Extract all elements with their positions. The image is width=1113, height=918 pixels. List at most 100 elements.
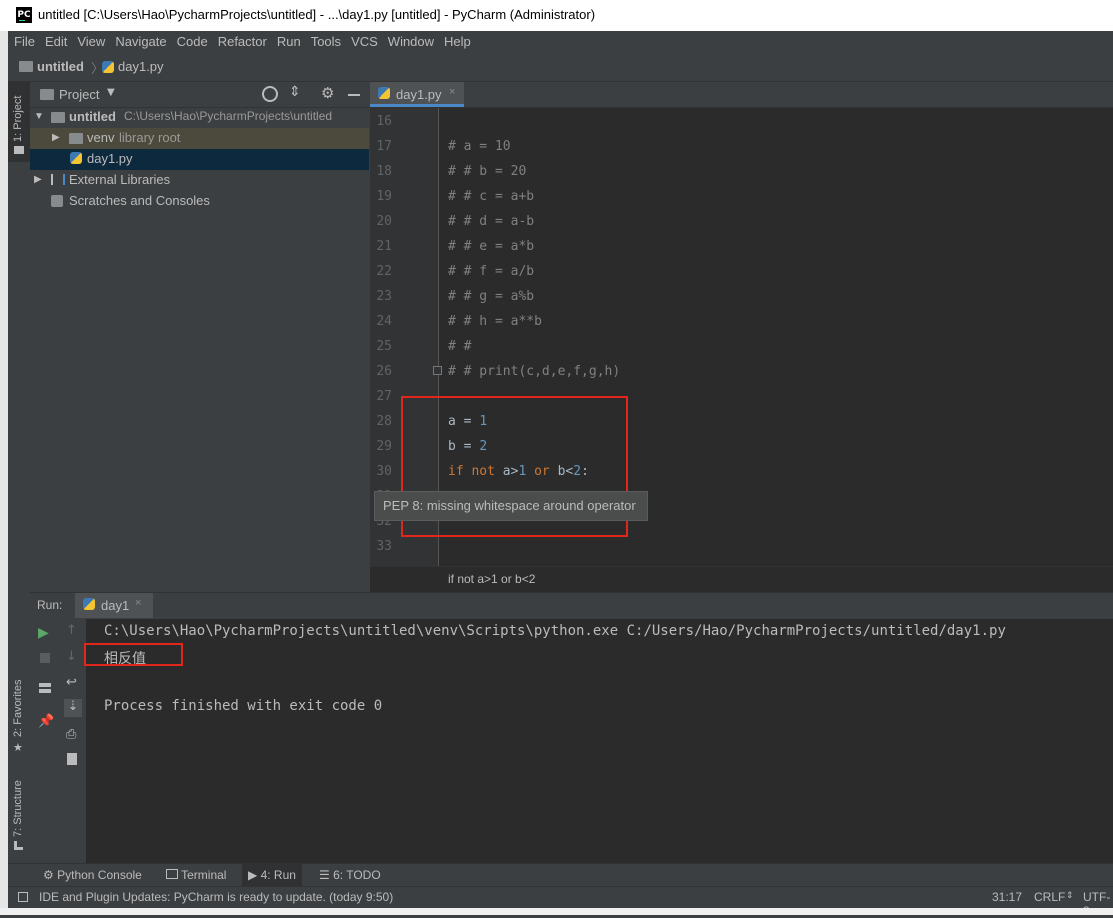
- pycharm-app-icon: PC: [16, 7, 32, 23]
- locate-icon[interactable]: [262, 86, 278, 102]
- line-number: 33: [376, 539, 392, 554]
- line-number: 27: [376, 389, 392, 404]
- library-icon: [51, 174, 65, 185]
- code-line: # # d = a-b: [448, 214, 535, 229]
- tree-item-external-libraries[interactable]: ▶ External Libraries: [30, 170, 369, 191]
- menu-vcs[interactable]: VCS: [351, 34, 378, 49]
- folder-icon: [19, 61, 33, 72]
- run-console[interactable]: C:\Users\Hao\PycharmProjects\untitled\ve…: [86, 619, 1113, 863]
- tree-item-path: C:\Users\Hao\PycharmProjects\untitled: [124, 109, 333, 123]
- line-number: 26: [376, 364, 392, 379]
- code-line: # # f = a/b: [448, 264, 535, 279]
- tab-terminal[interactable]: Terminal: [166, 868, 226, 882]
- code-line: # # h = a**b: [448, 314, 542, 329]
- background-window-strip: [0, 908, 1113, 915]
- fold-marker-icon[interactable]: [433, 366, 442, 375]
- python-file-icon: [378, 87, 390, 99]
- pin-icon[interactable]: 📌: [38, 714, 54, 729]
- tree-item-label: venv: [87, 130, 115, 145]
- left-tool-stripe: 1: Project 2: Favorites ★ 7: Structure: [8, 82, 31, 862]
- run-tab-day1[interactable]: day1 ×: [75, 593, 153, 618]
- rerun-icon[interactable]: ▶: [38, 625, 52, 641]
- tab-favorites[interactable]: 2: Favorites ★: [8, 667, 30, 757]
- window-title: untitled [C:\Users\Hao\PycharmProjects\u…: [38, 7, 596, 22]
- code-line: # # c = a+b: [448, 189, 535, 204]
- project-panel-header: Project ▼ ⇕ ⚙: [30, 82, 369, 108]
- trash-icon[interactable]: [67, 753, 77, 765]
- menu-file[interactable]: File: [14, 34, 35, 49]
- menu-window[interactable]: Window: [388, 34, 434, 49]
- tree-item-untitled[interactable]: ▼ untitled C:\Users\Hao\PycharmProjects\…: [30, 107, 369, 128]
- editor-tab-bar: day1.py ×: [370, 82, 1113, 108]
- code-line: # # g = a%b: [448, 289, 535, 304]
- python-file-icon: [83, 598, 95, 610]
- line-number: 24: [376, 314, 392, 329]
- close-icon[interactable]: ×: [449, 86, 455, 98]
- line-number: 20: [376, 214, 392, 229]
- menu-view[interactable]: View: [77, 34, 105, 49]
- menu-tools[interactable]: Tools: [311, 34, 341, 49]
- tab-structure[interactable]: 7: Structure: [8, 767, 30, 857]
- editor-tab-day1[interactable]: day1.py ×: [370, 82, 464, 107]
- tab-project-label: 1: Project: [12, 95, 24, 142]
- minimize-icon[interactable]: [348, 94, 360, 96]
- tab-python-console[interactable]: ⚙ Python Console: [43, 868, 142, 882]
- line-number: 23: [376, 289, 392, 304]
- tab-project[interactable]: 1: Project: [8, 82, 30, 162]
- tab-label: Python Console: [57, 868, 142, 882]
- code-line: # # print(c,d,e,f,g,h): [448, 364, 621, 379]
- gear-icon[interactable]: ⚙: [321, 84, 334, 102]
- tab-label: Terminal: [181, 868, 227, 882]
- tree-item-venv[interactable]: ▶ venv library root: [30, 128, 369, 149]
- folder-icon: [51, 112, 65, 123]
- code-line: # # e = a*b: [448, 239, 535, 254]
- soft-wrap-icon[interactable]: ↩: [66, 675, 80, 690]
- stop-icon[interactable]: [40, 653, 50, 663]
- tab-structure-label: 7: Structure: [12, 780, 24, 837]
- window-title-bar: PC untitled [C:\Users\Hao\PycharmProject…: [0, 0, 1113, 32]
- run-icon: ▶: [248, 868, 258, 882]
- status-square-icon[interactable]: [18, 892, 28, 902]
- menu-run[interactable]: Run: [277, 34, 301, 49]
- run-label: Run:: [37, 598, 63, 612]
- bottom-tool-tabs: ⚙ Python Console Terminal ▶ 4: Run ☰ 6: …: [8, 863, 1113, 887]
- menu-edit[interactable]: Edit: [45, 34, 67, 49]
- run-toolbar: ▶ 📌 ↑ ↓ ↩ ⇣ ⎙: [30, 619, 86, 863]
- chevron-down-icon[interactable]: ▼: [107, 87, 115, 98]
- line-number: 30: [376, 464, 392, 479]
- menu-help[interactable]: Help: [444, 34, 471, 49]
- tab-label: 4: Run: [260, 868, 296, 882]
- menu-navigate[interactable]: Navigate: [115, 34, 166, 49]
- tree-item-day1[interactable]: day1.py: [30, 149, 369, 170]
- breadcrumb-project[interactable]: untitled: [37, 59, 84, 74]
- arrow-down-icon[interactable]: ↓: [66, 649, 80, 664]
- tab-todo[interactable]: ☰ 6: TODO: [319, 868, 381, 882]
- folder-icon: [69, 133, 83, 144]
- line-number: 19: [376, 189, 392, 204]
- cursor-position[interactable]: 31:17: [992, 890, 1022, 904]
- tree-item-scratches[interactable]: Scratches and Consoles: [30, 191, 369, 212]
- print-icon[interactable]: ⎙: [66, 727, 80, 742]
- inspection-tooltip: PEP 8: missing whitespace around operato…: [374, 491, 648, 521]
- line-separator[interactable]: CRLF: [1034, 890, 1065, 904]
- tree-item-label: External Libraries: [69, 172, 171, 187]
- collapsed-arrow-icon: ▶: [34, 174, 42, 185]
- editor-breadcrumb-bar: if not a>1 or b<2: [370, 566, 1113, 592]
- tab-run[interactable]: ▶ 4: Run: [242, 864, 302, 887]
- menu-refactor[interactable]: Refactor: [218, 34, 267, 49]
- breadcrumb-file[interactable]: day1.py: [118, 59, 164, 74]
- highlight-box-output: [84, 643, 183, 666]
- status-message[interactable]: IDE and Plugin Updates: PyCharm is ready…: [39, 890, 393, 904]
- collapse-all-icon[interactable]: ⇕: [289, 84, 301, 100]
- menu-code[interactable]: Code: [177, 34, 208, 49]
- line-number: 29: [376, 439, 392, 454]
- run-panel-header: Run: day1 ×: [30, 592, 1113, 620]
- arrow-up-icon[interactable]: ↑: [66, 623, 80, 638]
- project-view-selector[interactable]: Project: [59, 87, 99, 102]
- console-command: C:\Users\Hao\PycharmProjects\untitled\ve…: [104, 623, 1006, 639]
- layout-icon[interactable]: [39, 683, 51, 693]
- scroll-to-end-icon[interactable]: ⇣: [64, 699, 82, 717]
- run-tab-label: day1: [101, 598, 130, 613]
- editor-breadcrumb[interactable]: if not a>1 or b<2: [448, 572, 535, 586]
- close-icon[interactable]: ×: [135, 597, 141, 609]
